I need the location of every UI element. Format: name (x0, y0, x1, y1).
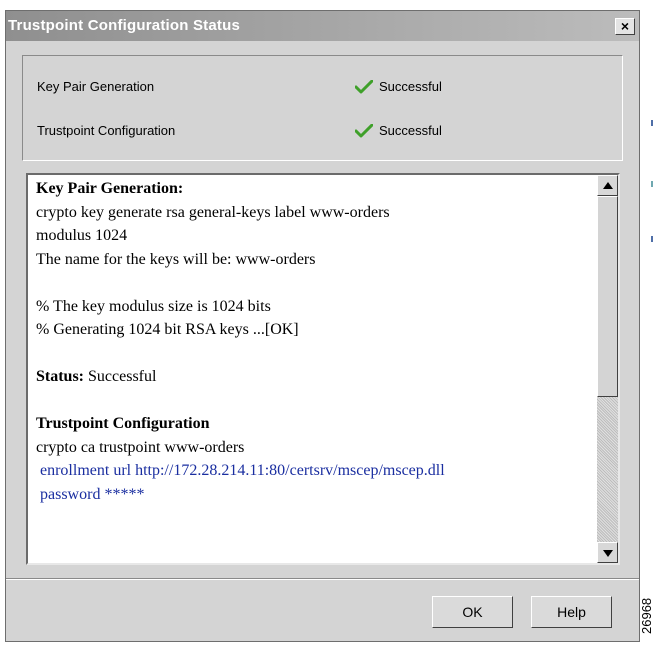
ok-button[interactable]: OK (432, 596, 513, 628)
button-separator (6, 578, 639, 580)
scroll-thumb[interactable] (597, 196, 618, 397)
log-status-value: Successful (84, 368, 157, 385)
log-blank-line (36, 271, 592, 295)
log-line: The name for the keys will be: www-order… (36, 250, 316, 268)
log-line-password: password ***** (36, 485, 145, 503)
log-line: crypto key generate rsa general-keys lab… (36, 203, 390, 221)
down-arrow-icon (603, 550, 613, 557)
log-line: % The key modulus size is 1024 bits (36, 297, 271, 315)
vertical-scrollbar[interactable] (597, 175, 618, 563)
checkmark-icon (355, 123, 373, 137)
log-line: crypto ca trustpoint www-orders (36, 438, 245, 456)
log-status-label: Status: (36, 368, 85, 385)
log-line-enrollment-url: enrollment url http://172.28.214.11:80/c… (36, 462, 445, 479)
dialog-title: Trustpoint Configuration Status (8, 17, 241, 34)
status-label: Trustpoint Configuration (37, 123, 176, 138)
log-heading-trustpoint: Trustpoint Configuration (36, 415, 210, 432)
status-value: Successful (379, 79, 442, 94)
status-panel: Key Pair Generation Successful Trustpoin… (22, 55, 623, 161)
scroll-up-button[interactable] (597, 175, 618, 196)
background-fragment (651, 236, 653, 242)
background-fragment (651, 181, 653, 187)
up-arrow-icon (603, 182, 613, 189)
log-status-line: Status: Successful (36, 365, 592, 389)
log-content: Key Pair Generation: crypto key generate… (36, 177, 592, 563)
checkmark-icon (355, 79, 373, 93)
log-blank-line (36, 389, 592, 413)
trustpoint-status-dialog: Trustpoint Configuration Status × Key Pa… (5, 10, 640, 642)
help-button[interactable]: Help (531, 596, 612, 628)
status-value: Successful (379, 123, 442, 138)
log-line: % Generating 1024 bit RSA keys ...[OK] (36, 321, 299, 338)
status-value-wrap: Successful (355, 123, 442, 138)
log-line: modulus 1024 (36, 227, 128, 244)
scroll-down-button[interactable] (597, 542, 618, 563)
status-label: Key Pair Generation (37, 79, 155, 94)
status-value-wrap: Successful (355, 79, 442, 94)
log-output-area[interactable]: Key Pair Generation: crypto key generate… (26, 173, 620, 565)
close-button[interactable]: × (615, 18, 635, 35)
background-fragment (651, 120, 653, 126)
figure-number: 26968 (639, 597, 654, 634)
scroll-track[interactable] (597, 397, 618, 544)
title-bar: Trustpoint Configuration Status × (6, 11, 639, 41)
log-blank-line (36, 342, 592, 366)
log-heading-key-pair: Key Pair Generation: (36, 180, 184, 197)
